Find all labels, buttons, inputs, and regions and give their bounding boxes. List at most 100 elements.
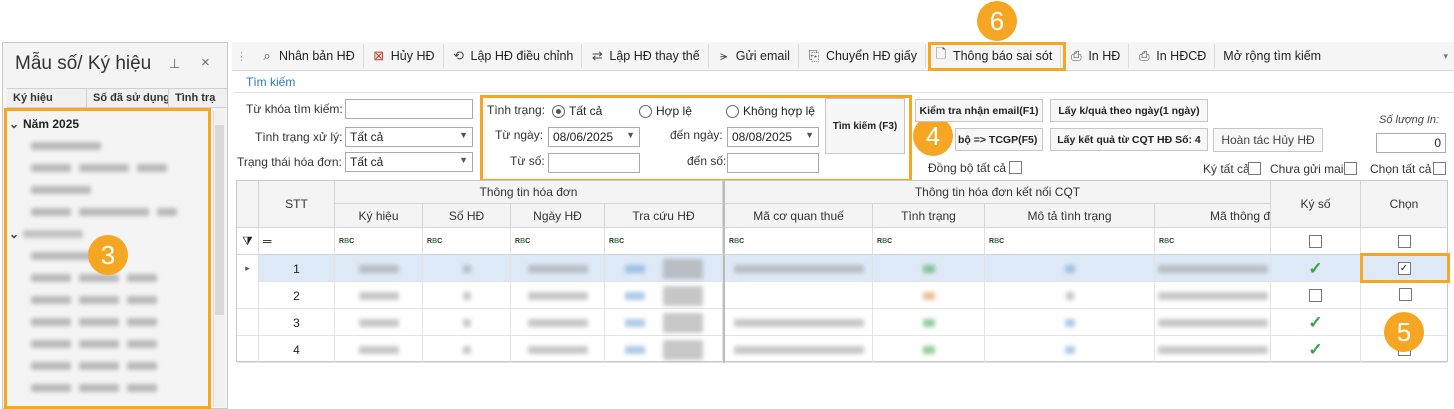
cancel-invoice-button[interactable]: ⊠ Hủy HĐ bbox=[364, 44, 444, 68]
signed-check-icon: ✓ bbox=[1271, 336, 1361, 363]
row-stt: 2 bbox=[259, 282, 335, 309]
table-row[interactable]: 4 ✓ bbox=[237, 336, 1447, 363]
filter-tinh-trang[interactable]: RBC bbox=[873, 228, 985, 255]
not-sent-checkbox[interactable] bbox=[1344, 162, 1357, 175]
sync-tcgp-button[interactable]: bộ => TCGP(F5) bbox=[955, 128, 1043, 151]
table-row[interactable]: 2 bbox=[237, 282, 1447, 309]
keyword-label: Từ khóa tìm kiếm: bbox=[246, 102, 343, 116]
sign-checkbox[interactable] bbox=[1271, 282, 1361, 309]
printer-icon: ⎙ bbox=[1139, 48, 1150, 63]
get-result-by-day-button[interactable]: Lấy k/quả theo ngày(1 ngày) bbox=[1050, 99, 1208, 122]
filter-so-hd[interactable]: RBC bbox=[423, 228, 511, 255]
annotation-badge-3: 3 bbox=[88, 235, 128, 275]
keyword-input[interactable] bbox=[345, 99, 473, 119]
col-ky-hieu[interactable]: Ký hiệu bbox=[7, 89, 87, 107]
send-icon: ⪫ bbox=[720, 48, 728, 63]
row-stt: 4 bbox=[259, 336, 335, 363]
toolbar-grip[interactable]: ⋮ bbox=[232, 50, 252, 63]
highlight-box-5 bbox=[1360, 253, 1450, 283]
signed-check-icon: ✓ bbox=[1271, 309, 1361, 336]
sign-all-label: Ký tất cả bbox=[1203, 162, 1250, 176]
panel-title: Mẫu số/ Ký hiệu bbox=[15, 53, 152, 74]
row-select-checkbox[interactable] bbox=[1399, 288, 1412, 301]
select-all-checkbox[interactable] bbox=[1433, 162, 1446, 175]
col-so-hd[interactable]: Số HĐ bbox=[423, 204, 511, 228]
table-row[interactable]: ▸ 1 ✓ ✓ bbox=[237, 255, 1447, 282]
filter-select[interactable] bbox=[1361, 228, 1447, 255]
replace-invoice-button[interactable]: ⇄ Lập HĐ thay thế bbox=[582, 44, 709, 68]
get-result-cqt-button[interactable]: Lấy kết quả từ CQT HĐ Số: 4 bbox=[1050, 128, 1208, 151]
process-status-select[interactable]: Tất cả ▼ bbox=[345, 127, 473, 147]
extended-search-button[interactable]: Mở rộng tìm kiếm bbox=[1215, 44, 1329, 68]
invoice-status-label: Trạng thái hóa đơn: bbox=[237, 155, 342, 169]
annotation-badge-6: 6 bbox=[977, 1, 1017, 41]
filter-ma-thong-diep[interactable]: RBC bbox=[1155, 228, 1271, 255]
col-tinh-trang[interactable]: Tình trạ bbox=[169, 89, 227, 107]
col-tra-cuu[interactable]: Tra cứu HĐ bbox=[605, 204, 723, 228]
undo-cancel-button[interactable]: Hoàn tác Hủy HĐ bbox=[1213, 128, 1323, 152]
row-indicator-header bbox=[237, 181, 259, 228]
pin-icon[interactable]: ⊥ bbox=[169, 56, 180, 72]
annotation-badge-4: 4 bbox=[913, 116, 953, 156]
filter-sign-checkbox[interactable] bbox=[1309, 234, 1322, 248]
cancel-doc-icon: ⊠ bbox=[373, 48, 385, 63]
filter-ngay-hd[interactable]: RBC bbox=[511, 228, 605, 255]
highlight-box-6 bbox=[928, 42, 1066, 71]
row-stt: 1 bbox=[259, 255, 335, 282]
close-icon[interactable]: × bbox=[201, 54, 210, 71]
annotation-badge-5: 5 bbox=[1384, 312, 1424, 352]
col-ma-cqt[interactable]: Mã cơ quan thuế bbox=[723, 204, 873, 228]
table-row[interactable]: 3 ✓ bbox=[237, 309, 1447, 336]
chevron-down-icon: ▼ bbox=[459, 155, 468, 165]
toolbar-overflow-icon[interactable]: ▾ bbox=[1443, 51, 1454, 62]
col-stt[interactable]: STT bbox=[259, 181, 335, 228]
printer-icon: ⎙ bbox=[1071, 48, 1082, 63]
adjust-invoice-button[interactable]: ⟲ Lập HĐ điều chỉnh bbox=[444, 44, 583, 68]
col-tinh-trang[interactable]: Tình trạng bbox=[873, 204, 985, 228]
invoice-grid: STT Thông tin hóa đơn Thông tin hóa đơn … bbox=[236, 180, 1448, 363]
convert-paper-button[interactable]: ⎘ Chuyển HĐ giấy bbox=[799, 44, 926, 68]
group-header-info: Thông tin hóa đơn bbox=[335, 181, 723, 204]
sign-all-checkbox[interactable] bbox=[1248, 162, 1261, 175]
col-ma-thong-diep[interactable]: Mã thông đ bbox=[1155, 204, 1271, 228]
col-ngay-hd[interactable]: Ngày HĐ bbox=[511, 204, 605, 228]
adjust-doc-icon: ⟲ bbox=[453, 48, 464, 63]
filter-select-checkbox[interactable] bbox=[1397, 234, 1411, 248]
filter-stt[interactable]: ═ bbox=[259, 228, 335, 255]
filter-ma-cqt[interactable]: RBC bbox=[723, 228, 873, 255]
print-qty-input[interactable]: 0 bbox=[1376, 133, 1446, 153]
print-converted-button[interactable]: ⎙ In HĐCĐ bbox=[1129, 44, 1216, 68]
col-mo-ta[interactable]: Mô tả tình trạng bbox=[985, 204, 1155, 228]
filter-tra-cuu[interactable]: RBC bbox=[605, 228, 723, 255]
col-ky-hieu[interactable]: Ký hiệu bbox=[335, 204, 423, 228]
sync-all-label: Đồng bộ tất cả bbox=[928, 161, 1007, 175]
sync-all-checkbox[interactable] bbox=[1009, 161, 1022, 174]
print-qty-label: Số lượng In: bbox=[1379, 114, 1440, 126]
col-so-da-su-dung[interactable]: Số đã sử dụng bbox=[87, 89, 169, 107]
template-grid-header: Ký hiệu Số đã sử dụng Tình trạ bbox=[7, 88, 227, 108]
filter-sign[interactable] bbox=[1271, 228, 1361, 255]
toolbar: ⋮ ⌕ Nhân bản HĐ ⊠ Hủy HĐ ⟲ Lập HĐ điều chỉn… bbox=[232, 42, 1454, 71]
row-stt: 3 bbox=[259, 309, 335, 336]
search-section-title: Tìm kiếm bbox=[246, 75, 296, 89]
filter-mo-ta[interactable]: RBC bbox=[985, 228, 1155, 255]
check-email-button[interactable]: Kiểm tra nhận email(F1) bbox=[915, 99, 1043, 122]
chevron-down-icon: ▼ bbox=[459, 130, 468, 140]
row-pointer-icon: ▸ bbox=[237, 255, 259, 282]
app-window: Mẫu số/ Ký hiệu ⊥ × Ký hiệu Số đã sử dụn… bbox=[0, 0, 1454, 409]
print-invoice-button[interactable]: ⎙ In HĐ bbox=[1061, 44, 1130, 68]
tree-scrollbar[interactable] bbox=[213, 111, 225, 407]
col-select[interactable]: Chọn bbox=[1361, 181, 1447, 228]
clone-invoice-button[interactable]: ⌕ Nhân bản HĐ bbox=[252, 44, 364, 68]
filter-icon[interactable]: ⧩ bbox=[237, 228, 259, 255]
group-header-cqt: Thông tin hóa đơn kết nối CQT bbox=[723, 181, 1271, 204]
filter-ky-hieu[interactable]: RBC bbox=[335, 228, 423, 255]
send-email-button[interactable]: ⪫ Gửi email bbox=[709, 44, 799, 68]
convert-icon: ⎘ bbox=[808, 48, 820, 63]
replace-doc-icon: ⇄ bbox=[591, 48, 603, 63]
highlight-box-4 bbox=[480, 95, 912, 182]
process-status-label: Tình trạng xử lý: bbox=[255, 130, 343, 144]
invoice-status-select[interactable]: Tất cả ▼ bbox=[345, 152, 473, 172]
signed-check-icon: ✓ bbox=[1271, 255, 1361, 282]
col-sign[interactable]: Ký số bbox=[1271, 181, 1361, 228]
